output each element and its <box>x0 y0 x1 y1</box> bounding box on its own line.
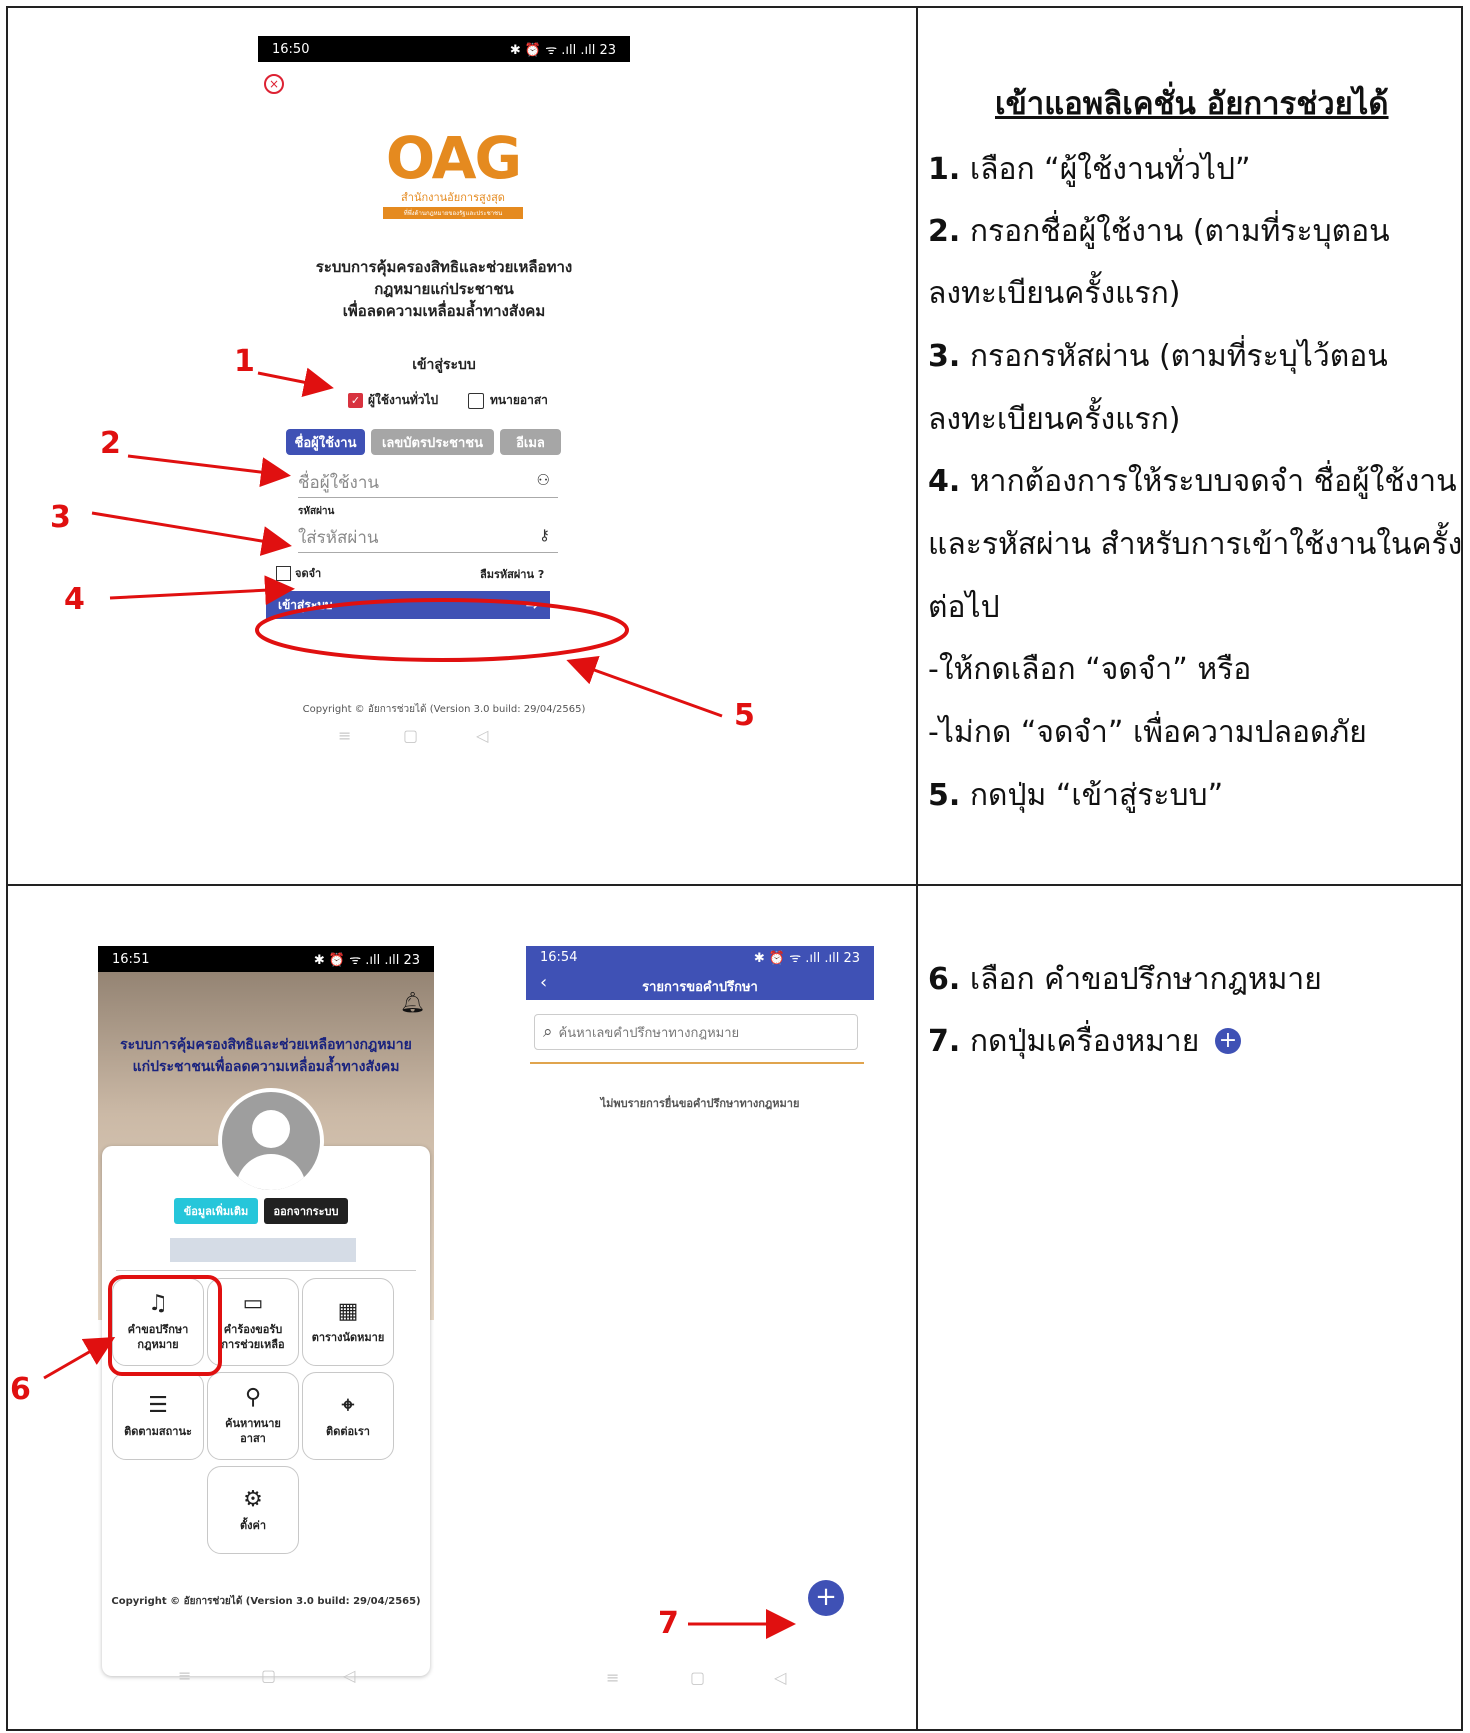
instructions-heading: เข้าแอพลิเคชั่น อัยการช่วยได้ <box>995 86 1389 122</box>
annotation-4: 4 <box>64 582 85 617</box>
instruction-line: ต่อไป <box>928 590 1000 625</box>
instruction-line: 6. เลือก คำขอปรึกษากฎหมาย <box>928 962 1322 997</box>
arrow-5 <box>566 656 723 718</box>
login-button-highlight <box>255 598 629 662</box>
instruction-line: -ไม่กด “จดจำ” เพื่อความปลอดภัย <box>928 715 1367 750</box>
arrow-2 <box>127 454 291 488</box>
instruction-line: -ให้กดเลือก “จดจำ” หรือ <box>928 652 1252 687</box>
plus-circle-icon: + <box>1214 1028 1241 1054</box>
annotation-5: 5 <box>734 698 755 733</box>
column-divider <box>916 6 918 1731</box>
arrow-1 <box>257 367 334 398</box>
arrow-3 <box>91 511 292 556</box>
instruction-line: 2. กรอกชื่อผู้ใช้งาน (ตามที่ระบุตอน <box>928 214 1390 249</box>
menu-highlight <box>108 1275 222 1376</box>
instruction-line: 1. เลือก “ผู้ใช้งานทั่วไป” <box>928 152 1251 187</box>
annotation-1: 1 <box>234 344 255 379</box>
instruction-line: 5. กดปุ่ม “เข้าสู่ระบบ” <box>928 778 1224 813</box>
annotation-overlay-top <box>91 367 723 718</box>
instruction-line: 3. กรอกรหัสผ่าน (ตามที่ระบุไว้ตอน <box>928 339 1388 374</box>
annotation-6: 6 <box>10 1372 31 1407</box>
instruction-line: 4. หากต้องการให้ระบบจดจำ ชื่อผู้ใช้งาน <box>928 464 1457 499</box>
arrow-6 <box>43 1337 116 1380</box>
annotation-7: 7 <box>658 1606 679 1641</box>
annotation-2: 2 <box>100 426 121 461</box>
annotation-3: 3 <box>50 500 71 535</box>
instruction-line: และรหัสผ่าน สำหรับการเข้าใช้งานในครั้ง <box>928 527 1463 562</box>
instruction-line: ลงทะเบียนครั้งแรก) <box>928 402 1181 437</box>
annotation-overlay-bottom <box>43 1275 796 1639</box>
instruction-line: 7. กดปุ่มเครื่องหมาย + <box>928 1018 1241 1065</box>
instruction-line: ลงทะเบียนครั้งแรก) <box>928 276 1181 311</box>
arrow-4 <box>109 575 295 606</box>
